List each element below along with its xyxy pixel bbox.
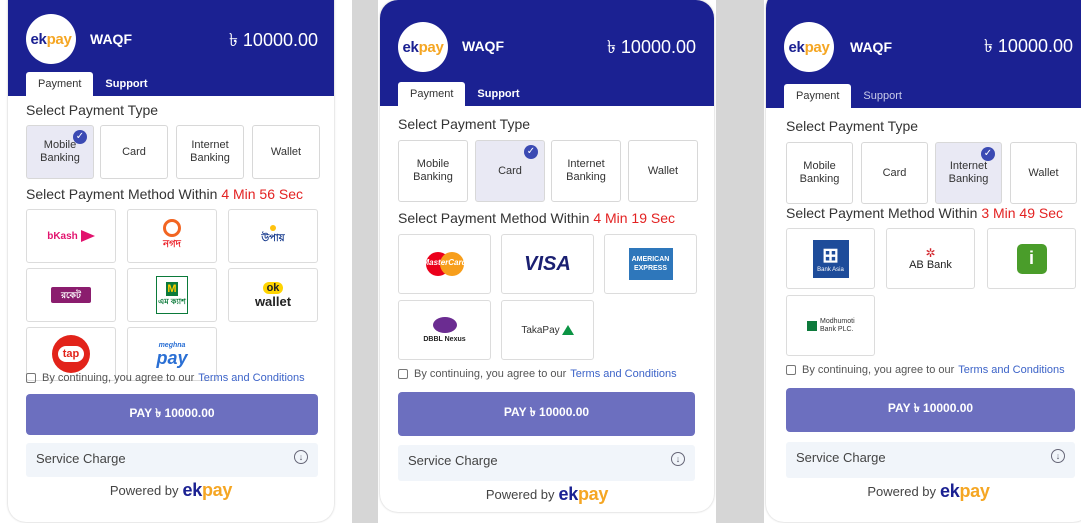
merchant-name: WAQF bbox=[850, 39, 892, 55]
select-method-title: Select Payment Method Within 4 Min 19 Se… bbox=[398, 210, 676, 226]
method-ab-bank[interactable]: ✲ AB Bank bbox=[886, 228, 975, 289]
amount: ৳ 10000.00 bbox=[606, 37, 696, 57]
chevron-down-icon: ↓ bbox=[1051, 449, 1065, 463]
type-internet-banking[interactable]: Internet Banking bbox=[176, 125, 244, 179]
service-charge-toggle[interactable]: Service Charge ↓ bbox=[786, 442, 1075, 478]
method-islami-bank[interactable]: i bbox=[987, 228, 1076, 289]
nagad-icon bbox=[163, 218, 181, 237]
method-takapay[interactable]: TakaPay bbox=[501, 300, 594, 360]
method-mcash[interactable]: M এম ক্যাশ bbox=[127, 268, 217, 322]
type-internet-banking[interactable]: Internet Banking bbox=[551, 140, 621, 202]
takapay-icon bbox=[561, 325, 574, 335]
countdown-timer: 4 Min 56 Sec bbox=[221, 186, 304, 202]
service-charge-toggle[interactable]: Service Charge ↓ bbox=[26, 443, 318, 477]
tabs: Payment Support bbox=[26, 72, 160, 96]
check-icon: ✓ bbox=[73, 130, 87, 144]
bank-asia-icon: ⊞ bbox=[822, 244, 839, 267]
type-card[interactable]: Card bbox=[100, 125, 168, 179]
tab-support[interactable]: Support bbox=[851, 84, 914, 108]
terms-row: By continuing, you agree to our Terms an… bbox=[398, 368, 677, 380]
tab-payment[interactable]: Payment bbox=[26, 72, 94, 96]
ab-bank-icon: ✲ bbox=[925, 245, 936, 260]
ekpay-logo: ekpay bbox=[398, 22, 448, 72]
tabs: Payment Support bbox=[784, 84, 914, 108]
method-bkash[interactable]: bKash bbox=[26, 209, 116, 263]
dbbl-icon bbox=[432, 317, 457, 333]
terms-row: By continuing, you agree to our Terms an… bbox=[26, 372, 305, 384]
mastercard-icon: MasterCard bbox=[422, 250, 468, 278]
pay-button[interactable]: PAY ৳ 10000.00 bbox=[398, 392, 695, 436]
merchant-name: WAQF bbox=[90, 31, 132, 47]
terms-link[interactable]: Terms and Conditions bbox=[198, 372, 304, 384]
powered-by: Powered by ekpay bbox=[485, 484, 609, 504]
method-nagad[interactable]: নগদ bbox=[127, 209, 217, 263]
type-internet-banking[interactable]: Internet Banking ✓ bbox=[935, 142, 1002, 204]
type-mobile-banking[interactable]: Mobile Banking bbox=[398, 140, 468, 202]
background-strip bbox=[716, 0, 764, 523]
type-wallet[interactable]: Wallet bbox=[628, 140, 698, 202]
select-method-title: Select Payment Method Within 4 Min 56 Se… bbox=[26, 186, 304, 202]
countdown-timer: 3 Min 49 Sec bbox=[981, 205, 1064, 221]
pay-button[interactable]: PAY ৳ 10000.00 bbox=[26, 394, 318, 435]
type-card[interactable]: Card ✓ bbox=[475, 140, 545, 202]
terms-link[interactable]: Terms and Conditions bbox=[570, 368, 676, 380]
tab-payment[interactable]: Payment bbox=[784, 84, 852, 108]
payment-panel-mobile-banking: ekpay WAQF ৳ 10000.00 Payment Support Se… bbox=[8, 0, 334, 522]
chevron-down-icon: ↓ bbox=[671, 452, 685, 466]
bkash-bird-icon bbox=[80, 230, 95, 242]
type-card[interactable]: Card bbox=[861, 142, 928, 204]
ekpay-logo: ekpay bbox=[784, 22, 834, 72]
header: ekpay WAQF ৳ 10000.00 Payment Support bbox=[766, 0, 1081, 108]
powered-by: Powered by ekpay bbox=[109, 480, 233, 500]
select-payment-type-title: Select Payment Type bbox=[26, 102, 159, 118]
countdown-timer: 4 Min 19 Sec bbox=[593, 210, 676, 226]
ekpay-logo: ekpay bbox=[26, 14, 76, 64]
terms-row: By continuing, you agree to our Terms an… bbox=[786, 364, 1065, 376]
tab-support[interactable]: Support bbox=[93, 72, 159, 96]
modhumoti-icon bbox=[807, 320, 817, 331]
method-ok-wallet[interactable]: ok wallet bbox=[228, 268, 318, 322]
method-rocket[interactable]: রকেট bbox=[26, 268, 116, 322]
terms-checkbox[interactable] bbox=[786, 365, 796, 375]
ekpay-footer-logo: ekpay bbox=[182, 480, 233, 500]
tabs: Payment Support bbox=[398, 82, 532, 106]
header: ekpay WAQF ৳ 10000.00 Payment Support bbox=[380, 0, 714, 106]
ekpay-footer-logo: ekpay bbox=[558, 484, 609, 504]
service-charge-toggle[interactable]: Service Charge ↓ bbox=[398, 445, 695, 481]
payment-panel-internet-banking: ekpay WAQF ৳ 10000.00 Payment Support Se… bbox=[766, 0, 1081, 522]
method-mastercard[interactable]: MasterCard bbox=[398, 234, 491, 294]
method-dbbl-nexus[interactable]: DBBL Nexus bbox=[398, 300, 491, 360]
chevron-down-icon: ↓ bbox=[294, 450, 308, 464]
type-mobile-banking[interactable]: Mobile Banking bbox=[786, 142, 853, 204]
select-payment-type-title: Select Payment Type bbox=[786, 118, 919, 134]
select-payment-type-title: Select Payment Type bbox=[398, 116, 531, 132]
select-method-title: Select Payment Method Within 3 Min 49 Se… bbox=[786, 205, 1064, 221]
pay-button[interactable]: PAY ৳ 10000.00 bbox=[786, 388, 1075, 432]
amount: ৳ 10000.00 bbox=[983, 36, 1073, 56]
terms-link[interactable]: Terms and Conditions bbox=[958, 364, 1064, 376]
check-icon: ✓ bbox=[524, 145, 538, 159]
method-visa[interactable]: VISA bbox=[501, 234, 594, 294]
method-bank-asia[interactable]: ⊞ Bank Asia bbox=[786, 228, 875, 289]
amount: ৳ 10000.00 bbox=[228, 30, 318, 50]
check-icon: ✓ bbox=[981, 147, 995, 161]
mcash-icon: M bbox=[166, 281, 178, 296]
method-upay[interactable]: উপায় bbox=[228, 209, 318, 263]
background-strip bbox=[352, 0, 378, 523]
type-wallet[interactable]: Wallet bbox=[1010, 142, 1077, 204]
type-wallet[interactable]: Wallet bbox=[252, 125, 320, 179]
method-american-express[interactable]: AMERICAN EXPRESS bbox=[604, 234, 697, 294]
tap-icon: tap bbox=[52, 335, 90, 373]
terms-checkbox[interactable] bbox=[26, 373, 36, 383]
payment-panel-card: ekpay WAQF ৳ 10000.00 Payment Support Se… bbox=[380, 0, 714, 512]
header: ekpay WAQF ৳ 10000.00 Payment Support bbox=[8, 0, 334, 96]
tab-payment[interactable]: Payment bbox=[398, 82, 466, 106]
ekpay-footer-logo: ekpay bbox=[940, 481, 990, 501]
tab-support[interactable]: Support bbox=[465, 82, 531, 106]
powered-by: Powered by ekpay bbox=[867, 481, 990, 501]
terms-checkbox[interactable] bbox=[398, 369, 408, 379]
merchant-name: WAQF bbox=[462, 38, 504, 54]
method-modhumoti-bank[interactable]: Modhumoti Bank PLC. bbox=[786, 295, 875, 356]
type-mobile-banking[interactable]: Mobile Banking ✓ bbox=[26, 125, 94, 179]
